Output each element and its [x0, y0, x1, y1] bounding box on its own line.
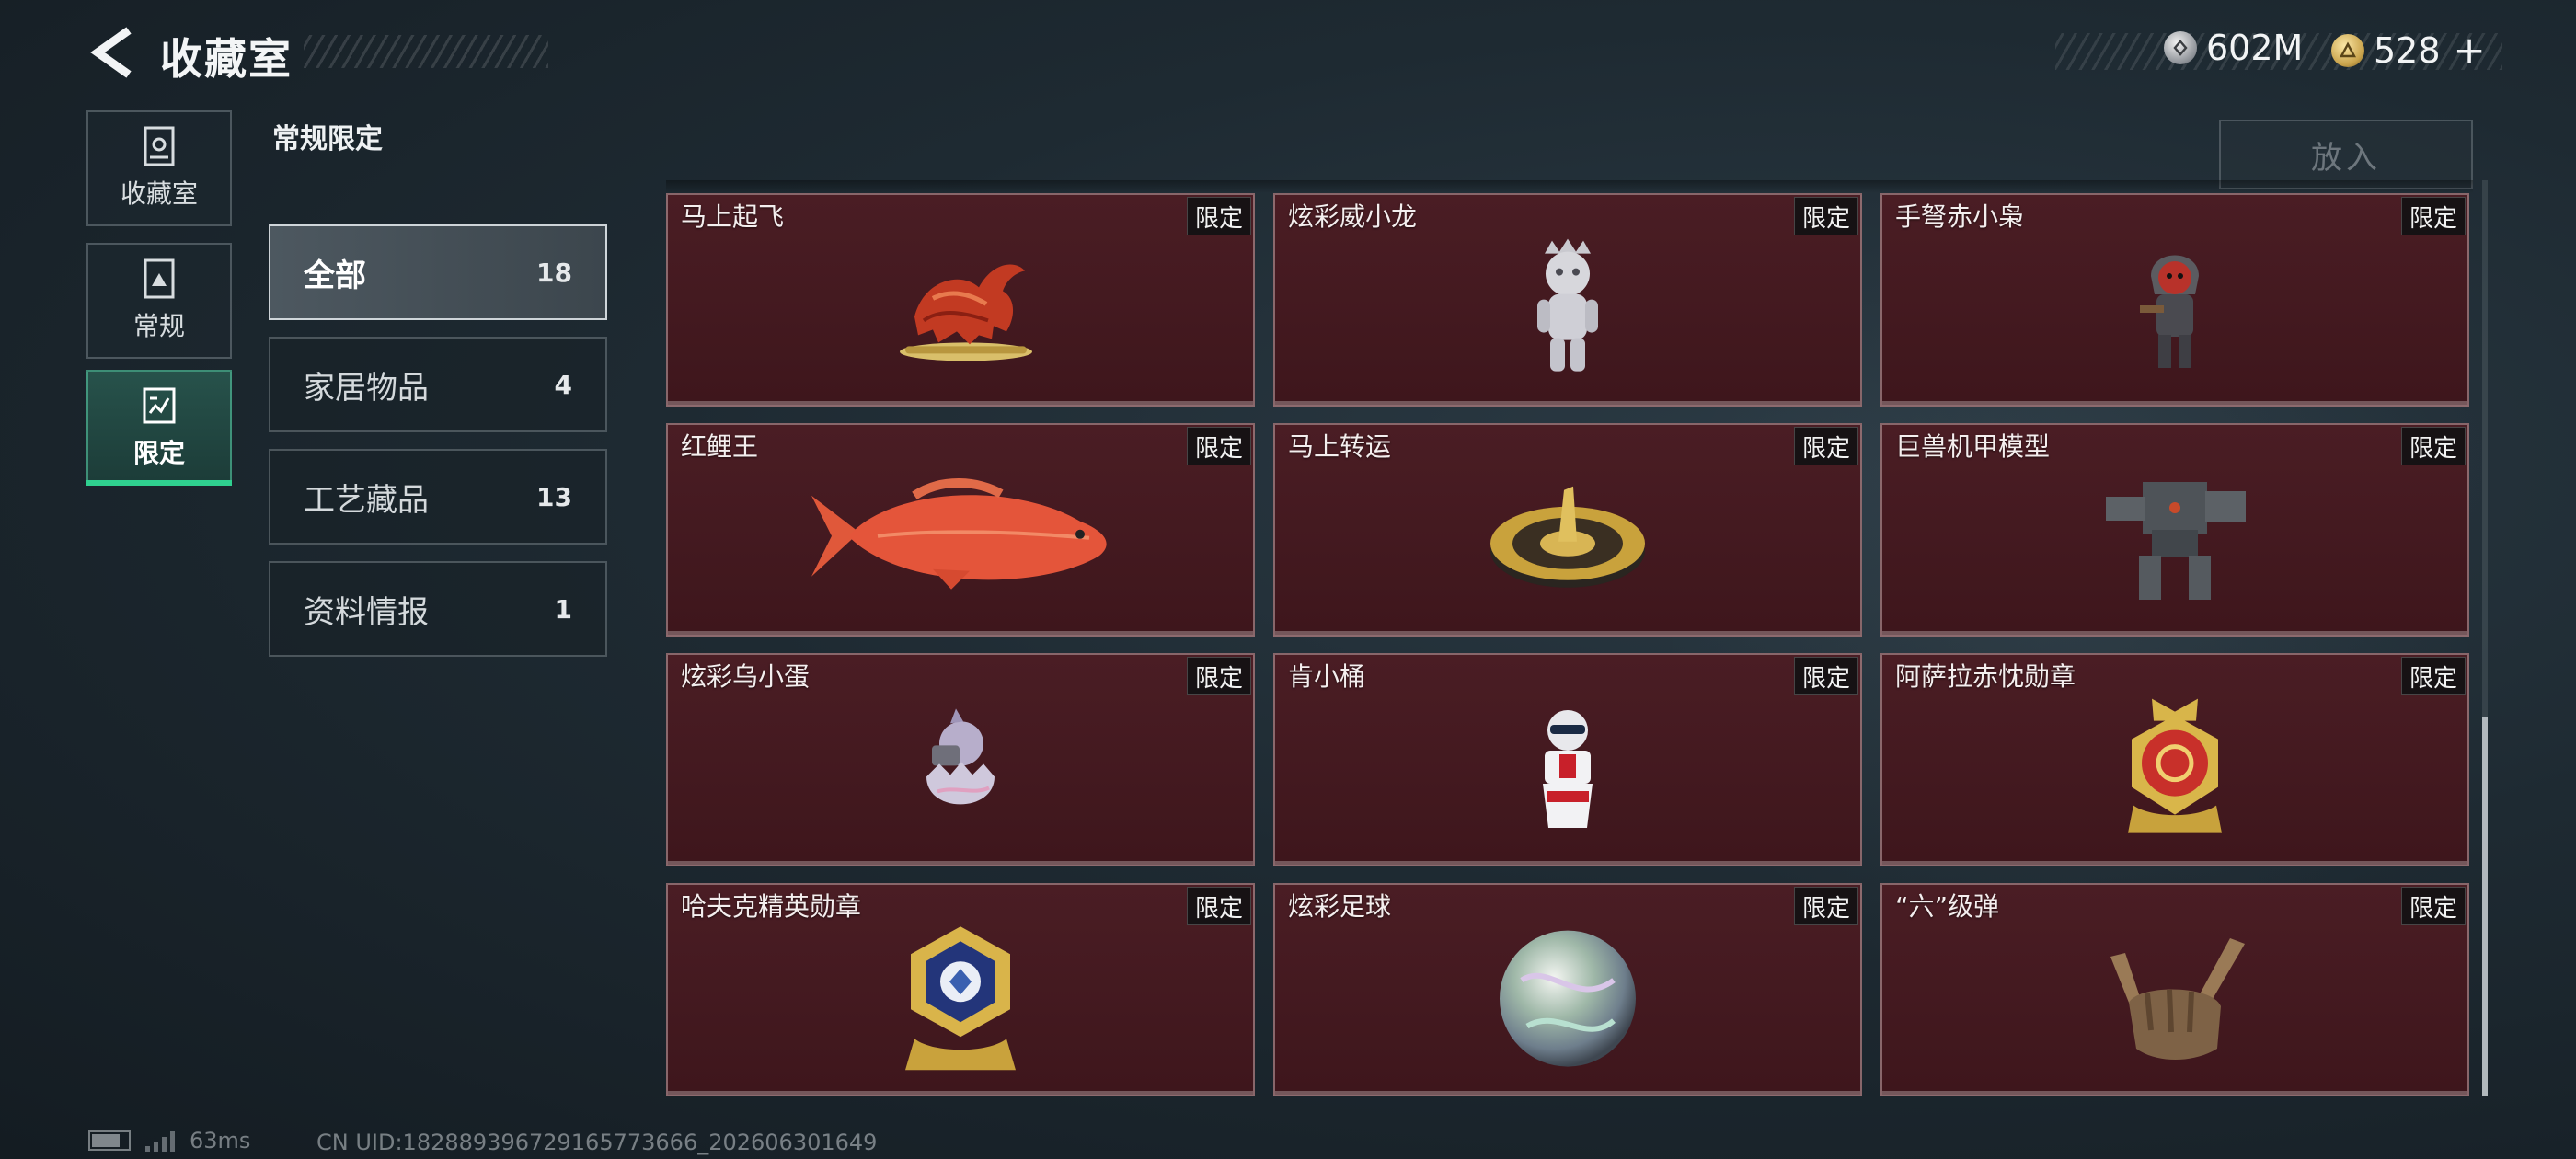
limited-tag: 限定 [2400, 427, 2466, 465]
item-card[interactable]: 哈夫克精英勋章 限定 [666, 883, 1255, 1096]
hand-sign-icon [2110, 938, 2245, 1060]
filter-count: 18 [536, 257, 572, 288]
item-name: 马上转运 [1288, 431, 1392, 462]
item-card[interactable]: 阿萨拉赤忱勋章 限定 [1880, 653, 2469, 866]
blue-medal-icon [905, 926, 1016, 1071]
filter-name: 全部 [304, 257, 366, 294]
filter-craft-items[interactable]: 工艺藏品 13 [269, 449, 607, 545]
red-carp-icon [811, 478, 1107, 590]
egg-figure-icon [926, 708, 995, 805]
grid-scrollbar-thumb[interactable] [2482, 717, 2488, 1096]
red-medal-icon [2128, 698, 2222, 833]
item-name: 巨兽机甲模型 [1895, 431, 2051, 462]
battery-icon [88, 1130, 131, 1151]
nav-active-indicator [86, 480, 232, 486]
limited-tag: 限定 [1793, 887, 1858, 925]
limited-tag: 限定 [1186, 887, 1251, 925]
item-name: 阿萨拉赤忱勋章 [1895, 661, 2076, 692]
item-name: 炫彩乌小蛋 [681, 661, 811, 692]
nav-item-limited[interactable]: 限定 [86, 370, 232, 486]
limited-tag: 限定 [1186, 657, 1251, 695]
limited-tag: 限定 [1793, 427, 1858, 465]
filter-count: 1 [554, 593, 572, 625]
filter-all[interactable]: 全部 18 [269, 224, 607, 320]
collection-room-icon [144, 126, 175, 166]
item-name: 红鲤王 [681, 431, 759, 462]
item-name: 炫彩足球 [1288, 891, 1392, 922]
filter-name: 工艺藏品 [304, 481, 429, 519]
filter-intel[interactable]: 资料情报 1 [269, 561, 607, 657]
item-name: 肯小桶 [1288, 661, 1366, 692]
limited-icon [143, 387, 176, 424]
dragon-figure-icon [1537, 238, 1598, 372]
signal-icon [145, 1130, 175, 1152]
bucket-figure-icon [1543, 710, 1593, 828]
item-card[interactable]: 炫彩足球 限定 [1273, 883, 1862, 1096]
limited-tag: 限定 [1186, 427, 1251, 465]
title-decoration [304, 35, 548, 68]
silver-currency: 602M [2164, 28, 2303, 68]
gold-coin-icon [2331, 33, 2364, 67]
nav-label-regular: 常规 [132, 311, 185, 341]
item-card[interactable]: 巨兽机甲模型 限定 [1880, 423, 2469, 637]
item-card[interactable]: 手弩赤小枭 限定 [1880, 193, 2469, 407]
item-name: “六”级弹 [1895, 891, 2000, 922]
nav-item-regular[interactable]: 常规 [86, 243, 232, 359]
back-arrow-icon [90, 27, 132, 78]
add-currency-button[interactable]: + [2454, 28, 2486, 73]
limited-tag: 限定 [1186, 197, 1251, 235]
limited-tag: 限定 [2400, 887, 2466, 925]
filter-name: 资料情报 [304, 593, 429, 631]
filter-count: 4 [554, 369, 572, 400]
horse-statue-icon [900, 264, 1032, 361]
nav-label-limited: 限定 [132, 438, 185, 468]
back-button[interactable] [85, 20, 140, 85]
limited-tag: 限定 [1793, 657, 1858, 695]
item-name: 哈夫克精英勋章 [681, 891, 862, 922]
status-bar: 63ms [88, 1128, 250, 1153]
limited-tag: 限定 [2400, 657, 2466, 695]
section-label: 常规限定 [272, 123, 383, 155]
hooded-figure-icon [2140, 255, 2199, 368]
silver-amount: 602M [2206, 28, 2304, 68]
silver-coin-icon [2164, 31, 2197, 64]
item-name: 炫彩威小龙 [1288, 201, 1418, 232]
item-card[interactable]: 炫彩乌小蛋 限定 [666, 653, 1255, 866]
filter-home-items[interactable]: 家居物品 4 [269, 337, 607, 432]
item-card[interactable]: 马上转运 限定 [1273, 423, 1862, 637]
latency-text: 63ms [190, 1128, 251, 1153]
golden-spinner-icon [1490, 486, 1645, 588]
item-card[interactable]: 马上起飞 限定 [666, 193, 1255, 407]
item-card[interactable]: “六”级弹 限定 [1880, 883, 2469, 1096]
item-name: 马上起飞 [681, 201, 785, 232]
limited-tag: 限定 [2400, 197, 2466, 235]
nav-item-collection-room[interactable]: 收藏室 [86, 110, 232, 226]
iridescent-ball-icon [1500, 930, 1636, 1067]
filter-name: 家居物品 [304, 369, 429, 407]
item-name: 手弩赤小枭 [1895, 201, 2025, 232]
page-title: 收藏室 [160, 34, 293, 84]
limited-tag: 限定 [1793, 197, 1858, 235]
regular-icon [144, 258, 175, 299]
put-in-button[interactable]: 放入 [2219, 120, 2473, 189]
item-card[interactable]: 红鲤王 限定 [666, 423, 1255, 637]
uid-text: CN UID:182889396729165773666_20260630164… [316, 1130, 878, 1155]
gold-amount: 528 [2374, 29, 2441, 71]
gold-currency: 528 + [2331, 28, 2486, 73]
mech-model-icon [2106, 482, 2246, 600]
nav-label-collection-room: 收藏室 [120, 178, 198, 209]
filter-count: 13 [536, 481, 572, 512]
item-card[interactable]: 炫彩威小龙 限定 [1273, 193, 1862, 407]
grid-top-shadow [666, 180, 2473, 193]
item-card[interactable]: 肯小桶 限定 [1273, 653, 1862, 866]
